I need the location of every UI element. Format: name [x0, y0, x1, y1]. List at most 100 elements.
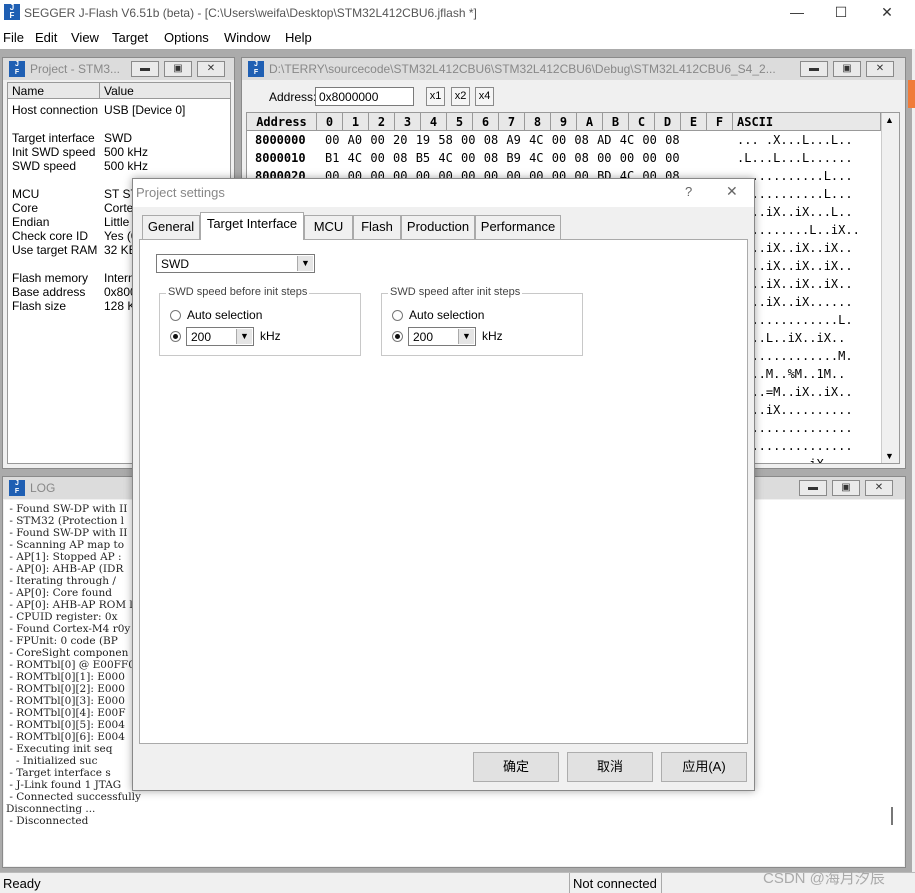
prop-name: Core: [12, 201, 39, 215]
close-button[interactable]: ✕: [864, 0, 910, 27]
cancel-button[interactable]: 取消: [567, 752, 653, 782]
group-speed-before-init: SWD speed before init steps Auto selecti…: [159, 286, 361, 356]
project-close-button[interactable]: ✕: [197, 61, 225, 77]
log-line: Disconnecting ...: [6, 803, 96, 815]
address-input[interactable]: 0x8000000: [315, 87, 414, 106]
prop-name: Flash size: [12, 299, 67, 313]
tab-production[interactable]: Production: [401, 215, 475, 239]
chevron-down-icon: ▼: [236, 329, 252, 344]
zoom-x1-button[interactable]: x1: [426, 87, 445, 106]
zoom-x2-button[interactable]: x2: [451, 87, 470, 106]
project-restore-button[interactable]: ▣: [164, 61, 192, 77]
dialog-close-button[interactable]: ✕: [726, 183, 738, 200]
prop-name: Endian: [12, 215, 50, 229]
tab-general[interactable]: General: [142, 215, 200, 239]
hex-col-header: 7: [499, 113, 525, 131]
menu-window[interactable]: Window: [224, 30, 270, 45]
maximize-button[interactable]: ☐: [818, 0, 864, 27]
auto-selection-radio-after[interactable]: [392, 310, 403, 321]
address-column-header: Address: [247, 113, 317, 131]
dialog-title: Project settings: [136, 185, 225, 200]
log-minimize-button[interactable]: ▬: [799, 480, 827, 496]
interface-value: SWD: [161, 257, 189, 271]
prop-name: Base address: [12, 285, 86, 299]
prop-value: 500 kHz: [104, 159, 149, 173]
tab-flash[interactable]: Flash: [353, 215, 401, 239]
prop-name: Flash memory: [12, 271, 89, 285]
hex-minimize-button[interactable]: ▬: [800, 61, 828, 77]
tab-performance[interactable]: Performance: [475, 215, 561, 239]
menu-target[interactable]: Target: [112, 30, 148, 45]
hex-window-titlebar[interactable]: JF D:\TERRY\sourcecode\STM32L412CBU6\STM…: [242, 58, 905, 80]
menu-options[interactable]: Options: [164, 30, 209, 45]
prop-name: SWD speed: [12, 159, 77, 173]
log-line: - Initialized suc: [6, 755, 98, 767]
prop-name: Check core ID: [12, 229, 89, 243]
log-line: - AP[0]: AHB-AP ROM l: [6, 599, 133, 611]
hex-col-header: 4: [421, 113, 447, 131]
speed-select-after[interactable]: 200 ▼: [408, 327, 476, 346]
speed-select-before[interactable]: 200 ▼: [186, 327, 254, 346]
jflash-doc-icon: JF: [248, 61, 264, 77]
project-window-titlebar[interactable]: JF Project - STM3... ▬ ▣ ✕: [3, 58, 234, 80]
hex-row-bytes: 00 A0 00 20 19 58 00 08 A9 4C 00 08 AD 4…: [325, 133, 680, 147]
auto-selection-label: Auto selection: [187, 308, 263, 322]
log-line: - ROMTbl[0][3]: E000: [6, 695, 125, 707]
menu-view[interactable]: View: [71, 30, 99, 45]
auto-selection-radio-before[interactable]: [170, 310, 181, 321]
manual-speed-radio-before[interactable]: [170, 331, 181, 342]
log-line: - J-Link found 1 JTAG: [6, 779, 122, 791]
log-close-button[interactable]: ✕: [865, 480, 893, 496]
menu-help[interactable]: Help: [285, 30, 312, 45]
log-line: - Scanning AP map to: [6, 539, 125, 551]
project-minimize-button[interactable]: ▬: [131, 61, 159, 77]
hex-row-bytes: B1 4C 00 08 B5 4C 00 08 B9 4C 00 08 00 0…: [325, 151, 680, 165]
log-line: - Iterating through /: [6, 575, 116, 587]
log-line: - Target interface s: [6, 767, 111, 779]
apply-button[interactable]: 应用(A): [661, 752, 747, 782]
scroll-down-arrow-icon[interactable]: ▼: [885, 451, 894, 461]
hex-col-header: A: [577, 113, 603, 131]
jflash-app-icon: JF: [4, 4, 20, 20]
tab-mcu[interactable]: MCU: [304, 215, 353, 239]
zoom-x4-button[interactable]: x4: [475, 87, 494, 106]
help-button[interactable]: ?: [685, 184, 692, 199]
prop-name: Host connection: [12, 103, 99, 117]
app-title: SEGGER J-Flash V6.51b (beta) - [C:\Users…: [24, 6, 477, 20]
hex-col-header: F: [707, 113, 733, 131]
hex-close-button[interactable]: ✕: [866, 61, 894, 77]
auto-selection-label: Auto selection: [409, 308, 485, 322]
jflash-doc-icon: JF: [9, 61, 25, 77]
col-value-header[interactable]: Value: [104, 84, 134, 98]
log-restore-button[interactable]: ▣: [832, 480, 860, 496]
log-line: - AP[1]: Stopped AP :: [6, 551, 122, 563]
hex-row-address: 8000010: [255, 151, 306, 165]
prop-name: Target interface: [12, 131, 95, 145]
hex-col-header: B: [603, 113, 629, 131]
log-line: - ROMTbl[0][2]: E000: [6, 683, 125, 695]
interface-select[interactable]: SWD ▼: [156, 254, 315, 273]
hex-restore-button[interactable]: ▣: [833, 61, 861, 77]
tab-target-interface[interactable]: Target Interface: [200, 212, 304, 240]
hex-col-header: 8: [525, 113, 551, 131]
minimize-button[interactable]: —: [774, 0, 820, 27]
log-scroll-thumb[interactable]: [891, 807, 893, 825]
jflash-doc-icon: JF: [9, 480, 25, 496]
ok-button[interactable]: 确定: [473, 752, 559, 782]
menu-file[interactable]: File: [3, 30, 24, 45]
csdn-watermark: CSDN @海月汐辰: [763, 870, 885, 887]
log-output: - Found SW-DP with II - STM32 (Protectio…: [6, 503, 141, 827]
scroll-up-arrow-icon[interactable]: ▲: [885, 115, 894, 125]
log-line: - Disconnected: [6, 815, 89, 827]
log-line: - Found SW-DP with II: [6, 503, 128, 515]
menu-edit[interactable]: Edit: [35, 30, 57, 45]
manual-speed-radio-after[interactable]: [392, 331, 403, 342]
dialog-titlebar[interactable]: Project settings ? ✕: [133, 179, 754, 207]
speed-value: 200: [191, 330, 212, 344]
col-name-header[interactable]: Name: [12, 84, 44, 98]
hex-scrollbar[interactable]: ▲ ▼: [881, 113, 899, 463]
chevron-down-icon: ▼: [297, 256, 313, 271]
connection-status: Not connected: [573, 876, 657, 891]
log-line: - ROMTbl[0] @ E00FF0: [6, 659, 135, 671]
prop-value: SWD: [104, 131, 132, 145]
